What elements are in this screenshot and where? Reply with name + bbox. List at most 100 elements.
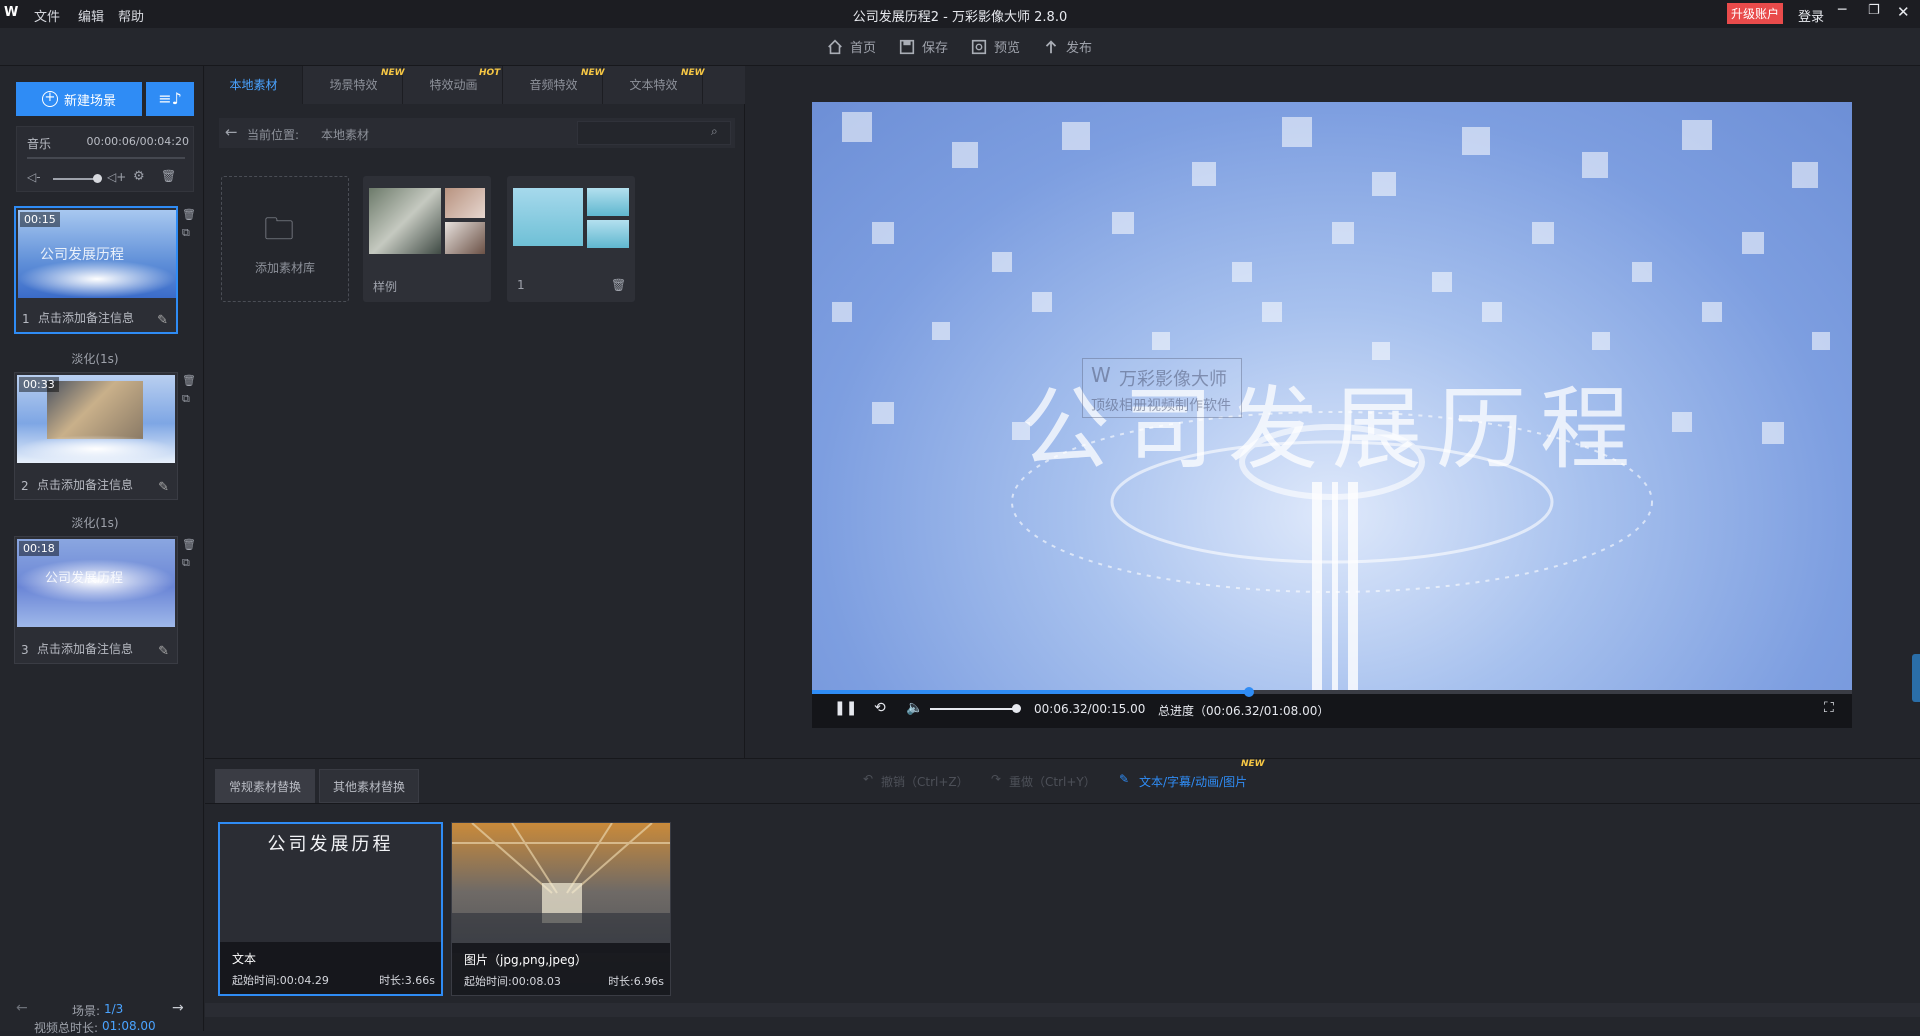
location-value: 本地素材 bbox=[321, 128, 370, 142]
scene-list-button[interactable]: ≡♪ bbox=[146, 82, 194, 116]
video-main-text: 公司发展历程 bbox=[1020, 377, 1644, 482]
gear-icon[interactable]: ⚙ bbox=[133, 169, 145, 184]
scene-thumb-text: 公司发展历程 bbox=[40, 247, 124, 263]
scene-item-2[interactable]: 00:33 2 点击添加备注信息 ✎ bbox=[14, 372, 178, 500]
tab-label: 场景特效 bbox=[329, 78, 378, 92]
preview-button[interactable]: 预览 bbox=[970, 37, 1020, 56]
new-badge: NEW bbox=[681, 68, 705, 78]
scene-note[interactable]: 点击添加备注信息 bbox=[37, 640, 133, 657]
back-arrow-icon[interactable]: ← bbox=[225, 123, 238, 141]
factory-image bbox=[452, 823, 670, 953]
add-library-tile[interactable]: 🗀 添加素材库 bbox=[221, 176, 349, 302]
copy-icon[interactable]: ⧉ bbox=[182, 554, 196, 572]
location-label: 当前位置: bbox=[247, 128, 300, 142]
main-toolbar: 首页 保存 预览 发布 bbox=[0, 28, 1920, 66]
video-progress-track[interactable] bbox=[812, 690, 1852, 694]
tab-label: 音频特效 bbox=[529, 78, 578, 92]
material-panel: 本地素材 场景特效 特效动画 音频特效 文本特效 NEW HOT NEW NEW… bbox=[205, 66, 745, 758]
volume-down-icon[interactable]: ◁- bbox=[27, 170, 41, 184]
volume-icon[interactable]: 🔈 bbox=[906, 700, 923, 716]
plus-circle-icon: + bbox=[41, 91, 58, 107]
folder-preview-small bbox=[445, 222, 485, 254]
folder-preview-large bbox=[369, 188, 441, 254]
card-info: 图片（jpg,png,jpeg） 起始时间:00:08.03 时长:6.96s bbox=[452, 943, 670, 995]
trash-icon[interactable]: 🗑 bbox=[611, 278, 626, 292]
trash-icon[interactable]: 🗑 bbox=[182, 536, 196, 554]
watermark-logo-icon: W bbox=[1091, 363, 1111, 387]
total-duration-label: 视频总时长: bbox=[34, 1021, 99, 1035]
tab-label: 特效动画 bbox=[429, 78, 478, 92]
scene-1-actions: 🗑 ⧉ bbox=[182, 206, 196, 242]
preview-icon bbox=[971, 39, 987, 54]
music-volume-slider[interactable] bbox=[53, 178, 97, 180]
search-icon[interactable]: ⌕ bbox=[711, 124, 718, 139]
redo-icon[interactable]: ↷ bbox=[991, 772, 1001, 786]
edit-icon[interactable]: ✎ bbox=[158, 480, 169, 495]
upgrade-button[interactable]: 升级账户 bbox=[1727, 3, 1784, 24]
publish-label: 发布 bbox=[1066, 41, 1093, 56]
watermark: W 万彩影像大师 顶级相册视频制作软件 bbox=[1082, 358, 1242, 418]
undo-button[interactable]: 撤销（Ctrl+Z） bbox=[881, 773, 969, 790]
list-music-icon: ≡♪ bbox=[158, 89, 182, 108]
fullscreen-icon[interactable]: ⛶ bbox=[1824, 700, 1834, 716]
upload-icon bbox=[1045, 39, 1057, 53]
volume-fill bbox=[930, 708, 1016, 710]
text-replace-card[interactable]: 公司发展历程 文本 起始时间:00:04.29 时长:3.66s bbox=[218, 822, 443, 996]
scene-note[interactable]: 点击添加备注信息 bbox=[38, 309, 134, 326]
scene-3-actions: 🗑 ⧉ bbox=[182, 536, 196, 572]
scene-item-1[interactable]: 公司发展历程 00:15 1 点击添加备注信息 ✎ bbox=[14, 206, 178, 334]
video-progress-handle[interactable] bbox=[1243, 687, 1254, 697]
music-volume-handle[interactable] bbox=[93, 174, 102, 183]
folder-1[interactable]: 1 🗑 bbox=[507, 176, 635, 302]
home-button[interactable]: 首页 bbox=[826, 37, 876, 56]
trash-icon[interactable]: 🗑 bbox=[161, 169, 176, 183]
tab-label: 本地素材 bbox=[229, 78, 278, 92]
trash-icon[interactable]: 🗑 bbox=[182, 372, 196, 390]
login-button[interactable]: 登录 bbox=[1798, 6, 1824, 25]
edit-icon[interactable]: ✎ bbox=[158, 644, 169, 659]
horizontal-scrollbar[interactable] bbox=[205, 1003, 1920, 1017]
edit-text-button[interactable]: 文本/字幕/动画/图片 bbox=[1139, 773, 1247, 790]
new-scene-label: 新建场景 bbox=[63, 93, 116, 109]
scene-duration: 00:15 bbox=[20, 212, 60, 227]
scene-item-3[interactable]: 公司发展历程 00:18 3 点击添加备注信息 ✎ bbox=[14, 536, 178, 664]
volume-up-icon[interactable]: ◁+ bbox=[107, 170, 126, 184]
folder-sample[interactable]: 样例 bbox=[363, 176, 491, 302]
folder-preview-large bbox=[513, 188, 583, 246]
transition-1[interactable]: 淡化(1s) bbox=[0, 350, 190, 367]
home-label: 首页 bbox=[850, 41, 877, 56]
total-progress: 总进度（00:06.32/01:08.00） bbox=[1158, 704, 1330, 718]
video-canvas[interactable]: 公司发展历程 W 万彩影像大师 顶级相册视频制作软件 bbox=[812, 102, 1852, 690]
publish-button[interactable]: 发布 bbox=[1042, 37, 1092, 56]
trash-icon[interactable]: 🗑 bbox=[182, 206, 196, 224]
edit-icon[interactable]: ✎ bbox=[157, 313, 168, 328]
transition-2[interactable]: 淡化(1s) bbox=[0, 514, 190, 531]
close-icon[interactable]: ✕ bbox=[1897, 3, 1910, 21]
prev-scene-arrow-icon[interactable]: ← bbox=[16, 1000, 28, 1016]
scene-note[interactable]: 点击添加备注信息 bbox=[37, 476, 133, 493]
music-progress-track[interactable] bbox=[27, 157, 185, 159]
tab-local-material[interactable]: 本地素材 bbox=[205, 66, 303, 104]
undo-icon[interactable]: ↶ bbox=[863, 772, 873, 786]
copy-icon[interactable]: ⧉ bbox=[182, 390, 196, 408]
title-bar: W 文件 编辑 帮助 公司发展历程2 - 万彩影像大师 2.8.0 升级账户 登… bbox=[0, 0, 1920, 28]
replay-icon[interactable]: ⟲ bbox=[874, 700, 886, 716]
pause-icon[interactable]: ❚❚ bbox=[834, 700, 857, 716]
redo-button[interactable]: 重做（Ctrl+Y） bbox=[1009, 773, 1096, 790]
save-button[interactable]: 保存 bbox=[898, 37, 948, 56]
copy-icon[interactable]: ⧉ bbox=[182, 224, 196, 242]
restore-icon[interactable]: ❐ bbox=[1868, 3, 1880, 18]
scene-duration: 00:18 bbox=[19, 541, 59, 556]
image-replace-card[interactable]: 图片（jpg,png,jpeg） 起始时间:00:08.03 时长:6.96s bbox=[451, 822, 671, 996]
volume-slider[interactable] bbox=[930, 708, 1020, 710]
tab-other-replace[interactable]: 其他素材替换 bbox=[319, 769, 419, 803]
pencil-icon[interactable]: ✎ bbox=[1119, 772, 1129, 786]
minimize-icon[interactable]: ─ bbox=[1838, 2, 1846, 18]
new-scene-button[interactable]: + 新建场景 bbox=[16, 82, 142, 116]
tab-regular-replace[interactable]: 常规素材替换 bbox=[215, 769, 315, 803]
volume-handle[interactable] bbox=[1011, 704, 1021, 713]
search-input[interactable] bbox=[577, 121, 731, 145]
side-panel-handle[interactable] bbox=[1912, 654, 1920, 702]
next-scene-arrow-icon[interactable]: → bbox=[172, 1000, 184, 1016]
scene-index: 1 bbox=[22, 312, 30, 326]
